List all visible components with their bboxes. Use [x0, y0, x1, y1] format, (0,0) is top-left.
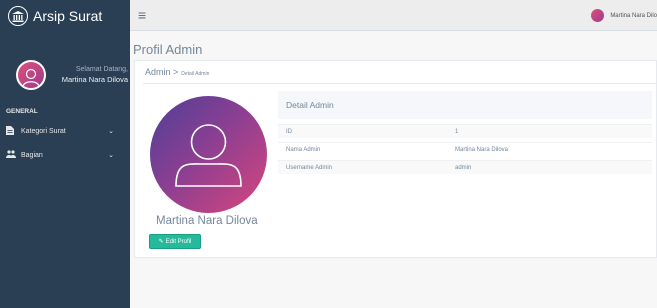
- sidebar-user-name: Martina Nara Dilova: [61, 75, 128, 84]
- edit-icon: ✎: [158, 239, 164, 245]
- sidebar-item-label: Kategori Surat: [21, 127, 66, 135]
- file-icon: [6, 125, 16, 137]
- top-nav: ≡ Martina Nara Dilo: [130, 0, 657, 31]
- chevron-down-icon: ⌄: [108, 152, 114, 159]
- sidebar-item-kategori-surat[interactable]: Kategori Surat ⌄: [0, 119, 130, 143]
- brand-title: Arsip Surat: [33, 8, 103, 24]
- detail-header: Detail Admin: [278, 91, 652, 119]
- menu-toggle-icon[interactable]: ≡: [138, 7, 146, 23]
- row-key: ID: [286, 128, 292, 135]
- table-row: Username Admin admin: [278, 160, 652, 174]
- user-menu[interactable]: Martina Nara Dilo: [591, 9, 657, 22]
- sidebar-item-bagian[interactable]: Bagian ⌄: [0, 143, 130, 167]
- breadcrumb: Admin > Detail Admin: [145, 67, 209, 77]
- chevron-down-icon: ⌄: [108, 128, 114, 135]
- sidebar-profile: Selamat Datang, Martina Nara Dilova: [0, 32, 130, 108]
- brand[interactable]: Arsip Surat: [0, 0, 130, 32]
- table-row: Nama Admin Martina Nara Dilova: [278, 142, 652, 156]
- row-key: Username Admin: [286, 164, 333, 171]
- page-title: Profil Admin: [133, 42, 203, 57]
- bank-icon: [8, 6, 28, 26]
- nav-user-name: Martina Nara Dilo: [610, 12, 657, 19]
- breadcrumb-main[interactable]: Admin >: [145, 67, 178, 77]
- edit-profile-label: Edit Profil: [165, 238, 192, 245]
- avatar: [591, 9, 605, 22]
- section-label-general: GENERAL: [6, 108, 38, 115]
- profile-panel: Admin > Detail Admin Martina Nara Dilova …: [134, 60, 657, 258]
- users-icon: [6, 150, 16, 160]
- divider: [143, 83, 656, 84]
- sidebar-item-label: Bagian: [21, 151, 43, 159]
- row-value: admin: [455, 164, 472, 171]
- breadcrumb-current: Detail Admin: [181, 71, 210, 77]
- row-value: Martina Nara Dilova: [455, 146, 509, 153]
- profile-avatar: [150, 96, 267, 213]
- profile-name: Martina Nara Dilova: [156, 215, 258, 227]
- avatar: [16, 60, 46, 90]
- welcome-text: Selamat Datang,: [75, 66, 128, 73]
- row-key: Nama Admin: [286, 146, 321, 153]
- table-row: ID 1: [278, 124, 652, 138]
- edit-profile-button[interactable]: ✎ Edit Profil: [149, 234, 201, 249]
- sidebar: Arsip Surat Selamat Datang, Martina Nara…: [0, 0, 130, 308]
- row-value: 1: [455, 128, 459, 135]
